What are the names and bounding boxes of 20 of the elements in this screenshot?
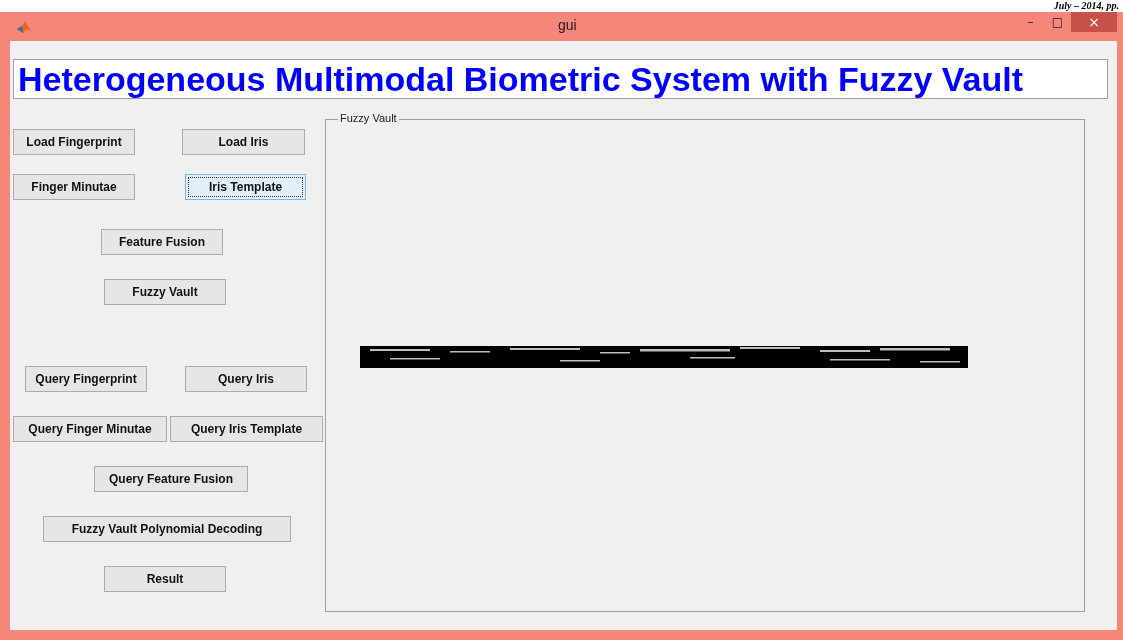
window-title: gui	[558, 17, 577, 33]
action-button[interactable]: Query Finger Minutae	[13, 416, 167, 442]
action-button[interactable]: Fuzzy Vault	[104, 279, 226, 305]
action-button[interactable]: Result	[104, 566, 226, 592]
action-button[interactable]: Finger Minutae	[13, 174, 135, 200]
action-button[interactable]: Load Iris	[182, 129, 305, 155]
action-button[interactable]: Iris Template	[185, 174, 306, 200]
action-button[interactable]: Load Fingerprint	[13, 129, 135, 155]
action-button[interactable]: Feature Fusion	[101, 229, 223, 255]
app-heading: Heterogeneous Multimodal Biometric System with Fuzzy Vault	[13, 59, 1108, 99]
page-header-text: July – 2014, pp.	[1053, 0, 1119, 12]
action-button[interactable]: Query Iris	[185, 366, 307, 392]
action-button[interactable]: Query Feature Fusion	[94, 466, 248, 492]
action-button[interactable]: Query Iris Template	[170, 416, 323, 442]
action-button[interactable]: Query Fingerprint	[25, 366, 147, 392]
maximize-button[interactable]: □	[1044, 12, 1071, 32]
minimize-button[interactable]: –	[1017, 12, 1044, 32]
panel-title: Fuzzy Vault	[338, 112, 399, 124]
close-button[interactable]: ×	[1071, 12, 1117, 32]
action-button[interactable]: Fuzzy Vault Polynomial Decoding	[43, 516, 291, 542]
